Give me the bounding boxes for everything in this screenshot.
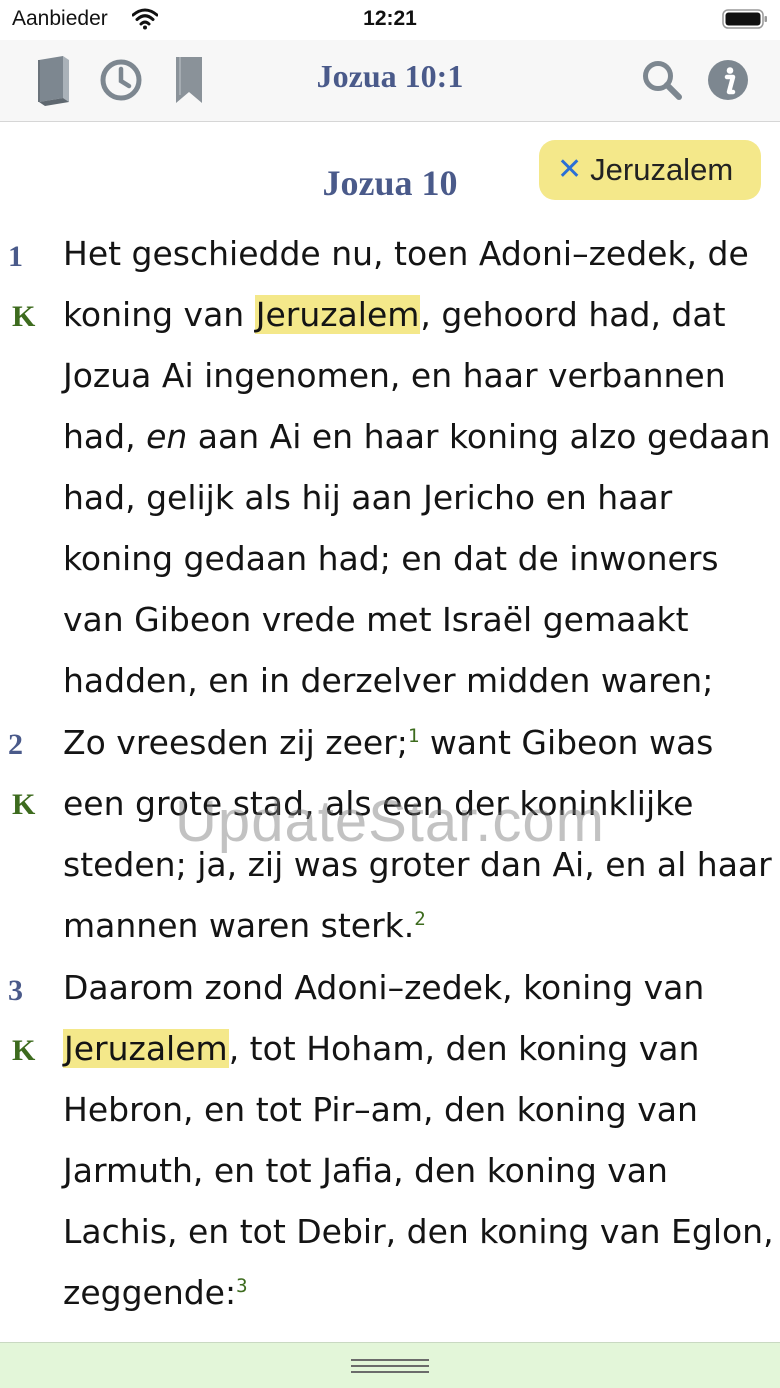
verse-k-marker[interactable]: K — [12, 300, 35, 334]
verse-1-text[interactable]: Het geschiedde nu, toen Adoni–zedek, de … — [63, 223, 775, 711]
status-bar: Aanbieder 12:21 — [0, 0, 780, 40]
verse-text-segment: aan Ai en haar koning alzo gedaan had, g… — [63, 417, 771, 700]
footnote-marker[interactable]: 3 — [236, 1275, 247, 1297]
search-filter-chip[interactable]: ✕ Jeruzalem — [539, 140, 761, 200]
bookmark-icon[interactable] — [168, 52, 210, 108]
footnote-marker[interactable]: 1 — [408, 725, 419, 747]
verse-text-segment: , tot Hoham, den koning van Hebron, en t… — [63, 1029, 774, 1312]
nav-title-label[interactable]: Jozua 10:1 — [317, 58, 464, 94]
bottom-panel-handle-bar[interactable] — [0, 1342, 780, 1388]
toolbar: Jozua 10:1 — [0, 40, 780, 122]
clock: 12:21 — [363, 7, 417, 30]
search-highlight: Jeruzalem — [254, 295, 421, 334]
verse-number: 3 — [8, 974, 23, 1007]
italic-word: en — [146, 417, 188, 456]
book-icon[interactable] — [30, 52, 76, 108]
verse-number: 1 — [8, 240, 23, 273]
bible-text-view[interactable]: Jozua 10 ✕ Jeruzalem 1 K Het geschiedde … — [0, 122, 780, 1342]
verse-2-text[interactable]: Zo vreesden zij zeer;1 want Gibeon was e… — [63, 712, 775, 956]
search-icon[interactable] — [639, 52, 685, 108]
verse-3-text[interactable]: Daarom zond Adoni–zedek, koning van Jeru… — [63, 957, 775, 1323]
verse-k-marker[interactable]: K — [12, 788, 35, 822]
battery-icon — [722, 9, 767, 29]
search-highlight: Jeruzalem — [63, 1029, 229, 1068]
search-filter-label: Jeruzalem — [590, 152, 734, 187]
drag-handle-icon[interactable] — [351, 1357, 429, 1375]
info-icon[interactable] — [705, 52, 751, 108]
verse-k-marker[interactable]: K — [12, 1034, 35, 1068]
history-clock-icon[interactable] — [97, 52, 145, 108]
close-icon[interactable]: ✕ — [557, 155, 582, 185]
verse-text-segment: Daarom zond Adoni–zedek, koning van — [63, 968, 705, 1007]
footnote-marker[interactable]: 2 — [414, 908, 425, 930]
verse-number: 2 — [8, 728, 23, 761]
verse-text-segment: Zo vreesden zij zeer; — [63, 723, 408, 762]
